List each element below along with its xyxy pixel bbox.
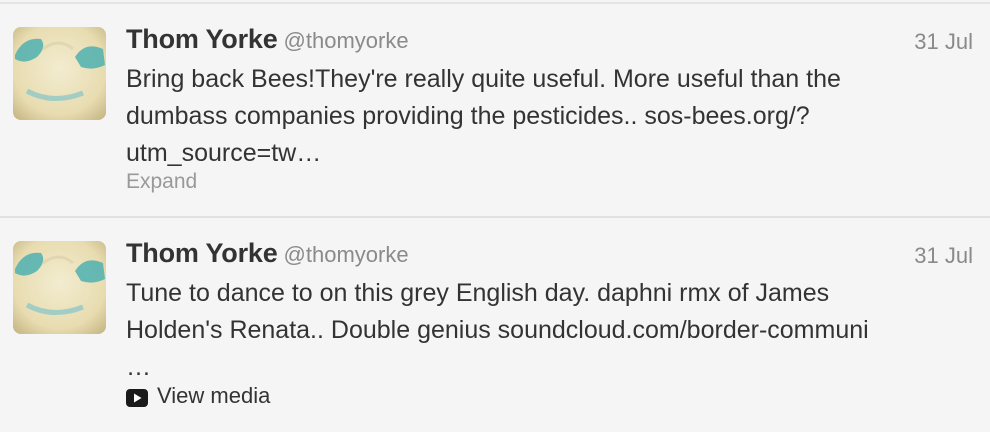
tweet-item[interactable]: Thom Yorke @thomyorke 31 Jul Bring back B… xyxy=(0,4,990,216)
tweet-text: Bring back Bees!They're really quite use… xyxy=(126,61,976,172)
author-name[interactable]: Thom Yorke xyxy=(126,24,278,54)
play-icon xyxy=(126,387,148,407)
tweet-text-line: dumbass companies providing the pesticid… xyxy=(126,102,810,130)
tweet-header: Thom Yorke @thomyorke xyxy=(126,24,409,58)
expand-link[interactable]: Expand xyxy=(126,170,197,194)
avatar-image xyxy=(13,241,106,334)
tweet-text-line: Bring back Bees!They're really quite use… xyxy=(126,65,841,93)
avatar-image xyxy=(13,27,106,120)
avatar[interactable] xyxy=(13,27,106,120)
tweet-item[interactable]: Thom Yorke @thomyorke 31 Jul Tune to danc… xyxy=(0,218,990,432)
author-handle[interactable]: @thomyorke xyxy=(284,28,409,53)
tweet-text-line: Tune to dance to on this grey English da… xyxy=(126,279,830,307)
tweet-header: Thom Yorke @thomyorke xyxy=(126,238,409,272)
tweet-text-line: Holden's Renata.. Double genius soundclo… xyxy=(126,316,869,344)
tweet-text-line: … xyxy=(126,353,151,381)
tweet-date[interactable]: 31 Jul xyxy=(914,243,973,269)
tweet-date[interactable]: 31 Jul xyxy=(914,29,973,55)
tweet-text: Tune to dance to on this grey English da… xyxy=(126,275,976,386)
view-media-link[interactable]: View media xyxy=(126,382,270,410)
author-handle[interactable]: @thomyorke xyxy=(284,242,409,267)
tweet-text-line: utm_source=tw… xyxy=(126,139,322,167)
avatar[interactable] xyxy=(13,241,106,334)
view-media-label: View media xyxy=(157,383,271,408)
author-name[interactable]: Thom Yorke xyxy=(126,238,278,268)
tweet-timeline: Thom Yorke @thomyorke 31 Jul Bring back B… xyxy=(0,0,990,432)
